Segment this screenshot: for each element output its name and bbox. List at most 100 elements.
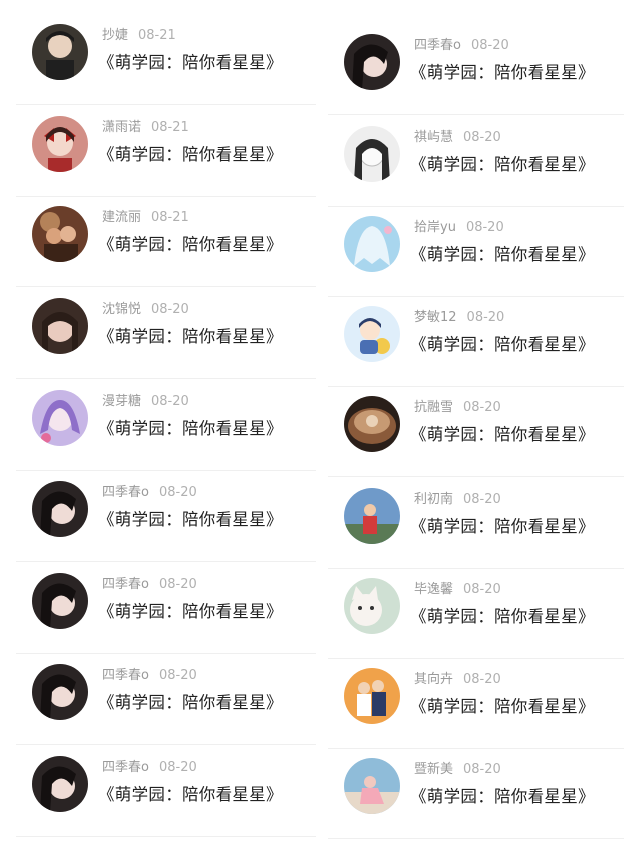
comment-meta: 暨新美 08-20: [414, 758, 501, 777]
comment-meta: 四季春o 08-20: [414, 34, 509, 53]
avatar[interactable]: [344, 216, 400, 272]
comment-title[interactable]: 《萌学园：陪你看星星》: [98, 598, 283, 622]
list-item[interactable]: 建流丽 08-21 《萌学园：陪你看星星》: [16, 196, 316, 287]
avatar-girl-dark-hair-icon: [32, 481, 88, 537]
avatar[interactable]: [344, 126, 400, 182]
user-name[interactable]: 四季春o: [414, 38, 461, 53]
avatar-girl-red-bow-icon: [32, 116, 88, 172]
comment-title[interactable]: 《萌学园：陪你看星星》: [98, 415, 283, 439]
list-item[interactable]: 其向卉 08-20 《萌学园：陪你看星星》: [328, 658, 624, 749]
list-item[interactable]: 毕逸馨 08-20 《萌学园：陪你看星星》: [328, 568, 624, 659]
avatar-girl-dark-hair-icon: [32, 573, 88, 629]
post-date: 08-20: [463, 400, 501, 415]
list-item[interactable]: 祺屿慧 08-20 《萌学园：陪你看星星》: [328, 116, 624, 207]
comment-meta: 祺屿慧 08-20: [414, 126, 501, 145]
avatar-flower: [41, 433, 51, 443]
list-item[interactable]: 抄婕 08-21 《萌学园：陪你看星星》: [16, 14, 316, 105]
user-name[interactable]: 潇雨诺: [102, 120, 141, 135]
avatar-face: [364, 504, 376, 516]
list-item[interactable]: 四季春o 08-20 《萌学园：陪你看星星》: [16, 654, 316, 745]
user-name[interactable]: 沈锦悦: [102, 302, 141, 317]
avatar-girl-sitting-icon: [344, 758, 400, 814]
list-item[interactable]: 梦敏12 08-20 《萌学园：陪你看星星》: [328, 296, 624, 387]
comment-title[interactable]: 《萌学园：陪你看星星》: [410, 331, 595, 355]
avatar-girl-dark-hair-icon: [344, 34, 400, 90]
user-name[interactable]: 漫芽糖: [102, 394, 141, 409]
user-name[interactable]: 暨新美: [414, 762, 453, 777]
user-name[interactable]: 四季春o: [102, 577, 149, 592]
avatar[interactable]: [32, 664, 88, 720]
list-item[interactable]: 漫芽糖 08-20 《萌学园：陪你看星星》: [16, 380, 316, 471]
comment-title[interactable]: 《萌学园：陪你看星星》: [410, 783, 595, 807]
avatar[interactable]: [344, 306, 400, 362]
user-name[interactable]: 拾岸yu: [414, 220, 456, 235]
user-name[interactable]: 利初南: [414, 492, 453, 507]
comment-title[interactable]: 《萌学园：陪你看星星》: [98, 781, 283, 805]
avatar[interactable]: [32, 206, 88, 262]
avatar-face: [372, 680, 384, 692]
user-name[interactable]: 抗融雪: [414, 400, 453, 415]
comment-title[interactable]: 《萌学园：陪你看星星》: [410, 241, 595, 265]
avatar-bear-face: [366, 415, 378, 427]
user-name[interactable]: 毕逸馨: [414, 582, 453, 597]
post-date: 08-20: [470, 38, 509, 53]
comment-title[interactable]: 《萌学园：陪你看星星》: [98, 689, 283, 713]
avatar[interactable]: [32, 24, 88, 80]
list-item[interactable]: 潇雨诺 08-21 《萌学园：陪你看星星》: [16, 106, 316, 197]
comment-title[interactable]: 《萌学园：陪你看星星》: [410, 603, 595, 627]
user-name[interactable]: 建流丽: [102, 210, 141, 225]
comment-title[interactable]: 《萌学园：陪你看星星》: [410, 693, 595, 717]
comment-meta: 建流丽 08-21: [102, 206, 189, 225]
user-name[interactable]: 祺屿慧: [414, 130, 453, 145]
avatar[interactable]: [344, 758, 400, 814]
comment-title[interactable]: 《萌学园：陪你看星星》: [98, 506, 283, 530]
avatar-couple-orange-icon: [344, 668, 400, 724]
avatar[interactable]: [32, 481, 88, 537]
avatar-anime-blue-icon: [344, 216, 400, 272]
avatar[interactable]: [344, 488, 400, 544]
list-item[interactable]: 四季春o 08-20 《萌学园：陪你看星星》: [16, 471, 316, 562]
avatar-body: [357, 694, 371, 716]
top-gap: [0, 0, 640, 14]
post-date: 08-20: [465, 220, 504, 235]
comment-title[interactable]: 《萌学园：陪你看星星》: [98, 49, 283, 73]
avatar-body: [48, 158, 72, 172]
list-item[interactable]: 抗融雪 08-20 《萌学园：陪你看星星》: [328, 386, 624, 477]
comment-meta: 四季春o 08-20: [102, 756, 197, 775]
user-name[interactable]: 四季春o: [102, 668, 149, 683]
comment-title[interactable]: 《萌学园：陪你看星星》: [98, 141, 283, 165]
list-item[interactable]: 利初南 08-20 《萌学园：陪你看星星》: [328, 478, 624, 569]
list-item[interactable]: 拾岸yu 08-20 《萌学园：陪你看星星》: [328, 206, 624, 297]
avatar[interactable]: [344, 34, 400, 90]
avatar[interactable]: [344, 578, 400, 634]
comment-meta: 沈锦悦 08-20: [102, 298, 189, 317]
list-item[interactable]: 四季春o 08-20 《萌学园：陪你看星星》: [16, 746, 316, 837]
post-date: 08-21: [151, 210, 189, 225]
avatar-face: [46, 228, 62, 244]
avatar-face: [364, 776, 376, 788]
comment-title[interactable]: 《萌学园：陪你看星星》: [410, 151, 595, 175]
comment-title[interactable]: 《萌学园：陪你看星星》: [410, 59, 595, 83]
comment-meta: 四季春o 08-20: [102, 573, 197, 592]
list-item[interactable]: 沈锦悦 08-20 《萌学园：陪你看星星》: [16, 288, 316, 379]
avatar[interactable]: [32, 573, 88, 629]
avatar[interactable]: [32, 390, 88, 446]
user-name[interactable]: 四季春o: [102, 485, 149, 500]
user-name[interactable]: 梦敏12: [414, 310, 457, 325]
avatar[interactable]: [32, 298, 88, 354]
comment-title[interactable]: 《萌学园：陪你看星星》: [410, 513, 595, 537]
avatar[interactable]: [32, 756, 88, 812]
comment-title[interactable]: 《萌学园：陪你看星星》: [410, 421, 595, 445]
avatar-girl-dark-hair-icon: [32, 664, 88, 720]
user-name[interactable]: 其向卉: [414, 672, 453, 687]
user-name[interactable]: 四季春o: [102, 760, 149, 775]
avatar[interactable]: [344, 668, 400, 724]
user-name[interactable]: 抄婕: [102, 28, 128, 43]
comment-title[interactable]: 《萌学园：陪你看星星》: [98, 323, 283, 347]
list-item[interactable]: 四季春o 08-20 《萌学园：陪你看星星》: [328, 24, 624, 115]
avatar[interactable]: [32, 116, 88, 172]
avatar[interactable]: [344, 396, 400, 452]
list-item[interactable]: 四季春o 08-20 《萌学园：陪你看星星》: [16, 563, 316, 654]
list-item[interactable]: 暨新美 08-20 《萌学园：陪你看星星》: [328, 748, 624, 839]
comment-title[interactable]: 《萌学园：陪你看星星》: [98, 231, 283, 255]
